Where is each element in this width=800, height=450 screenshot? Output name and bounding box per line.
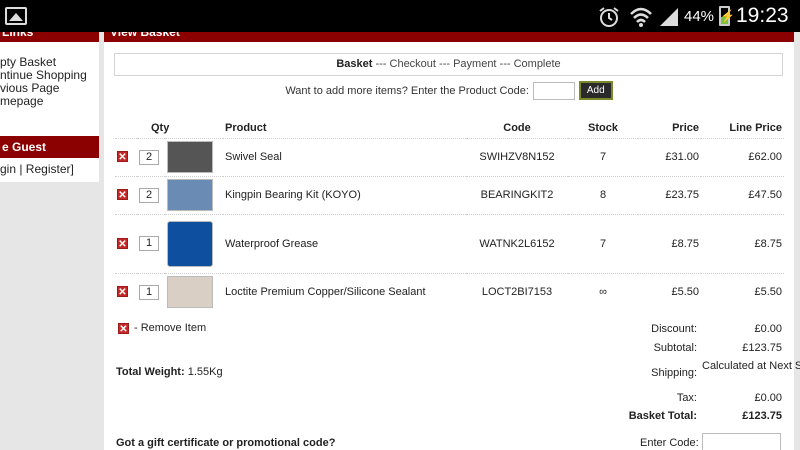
product-code-input[interactable] bbox=[532, 81, 575, 100]
discount-value: £0.00 bbox=[754, 323, 782, 335]
product-name[interactable]: Waterproof Grease bbox=[223, 213, 466, 273]
wifi-icon bbox=[629, 6, 653, 33]
remove-legend: ✕ - Remove Item bbox=[118, 322, 207, 335]
unit-price: £31.00 bbox=[638, 137, 701, 176]
unit-price: £5.50 bbox=[638, 272, 701, 311]
line-price: £62.00 bbox=[701, 137, 784, 176]
tax-label: Tax: bbox=[676, 392, 697, 404]
add-prompt: Want to add more items? Enter the Produc… bbox=[285, 84, 529, 97]
enter-code-label: Enter Code: bbox=[640, 437, 699, 449]
qty-input[interactable]: 1 bbox=[139, 284, 159, 300]
step-basket: Basket bbox=[336, 58, 373, 70]
stock-count: 7 bbox=[568, 213, 638, 273]
col-code: Code bbox=[503, 121, 531, 134]
table-row: ✕ 2 Kingpin Bearing Kit (KOYO) BEARINGKI… bbox=[115, 175, 784, 214]
battery-percent: 44% bbox=[684, 8, 715, 25]
table-header: Qty Product Code Stock Price Line Price bbox=[115, 118, 784, 138]
product-name[interactable]: Kingpin Bearing Kit (KOYO) bbox=[223, 175, 466, 214]
homepage-link[interactable]: mepage bbox=[0, 95, 99, 108]
remove-icon[interactable]: ✕ bbox=[117, 237, 128, 250]
signal-icon bbox=[658, 6, 680, 33]
page-title: View Basket bbox=[104, 32, 794, 42]
stock-count: 7 bbox=[568, 137, 638, 176]
shipping-label: Shipping: bbox=[651, 367, 697, 379]
basket-panel: View Basket Basket --- Checkout --- Paym… bbox=[104, 32, 800, 450]
col-product: Product bbox=[225, 121, 267, 134]
enter-code-row: Enter Code: bbox=[640, 433, 781, 450]
basket-total-value: £123.75 bbox=[742, 410, 782, 422]
table-row: ✕ 1 Waterproof Grease WATNK2L6152 7 £8.7… bbox=[115, 213, 784, 273]
sidebar-guest-heading: e Guest bbox=[0, 136, 99, 158]
stock-count: ∞ bbox=[568, 272, 638, 311]
alarm-icon bbox=[598, 6, 620, 33]
shipping-value: Calculated at Next Step bbox=[702, 360, 800, 372]
sidebar-links-heading: Links bbox=[0, 32, 99, 42]
line-price: £5.50 bbox=[701, 272, 784, 311]
login-register-link[interactable]: gin | Register] bbox=[0, 163, 99, 176]
discount-label: Discount: bbox=[651, 323, 697, 335]
col-line-price: Line Price bbox=[729, 121, 782, 134]
total-weight: Total Weight: 1.55Kg bbox=[116, 366, 223, 378]
product-code: SWIHZV8N152 bbox=[466, 137, 568, 176]
weight-value: 1.55Kg bbox=[187, 366, 223, 378]
battery-charging-icon: ⚡ bbox=[719, 6, 735, 26]
previous-page-link[interactable]: vious Page bbox=[0, 82, 99, 95]
remove-icon[interactable]: ✕ bbox=[117, 189, 128, 201]
product-image[interactable] bbox=[167, 179, 213, 211]
status-bar: 44% ⚡ 19:23 bbox=[0, 0, 800, 32]
qty-input[interactable]: 1 bbox=[139, 236, 159, 251]
checkout-steps: Basket --- Checkout --- Payment --- Comp… bbox=[114, 53, 783, 76]
sidebar-guest: gin | Register] bbox=[0, 158, 99, 182]
clock: 19:23 bbox=[736, 4, 789, 27]
steps-rest: --- Checkout --- Payment --- Complete bbox=[372, 58, 561, 70]
remove-icon[interactable]: ✕ bbox=[117, 286, 128, 298]
unit-price: £23.75 bbox=[638, 175, 701, 214]
add-button[interactable]: Add bbox=[578, 81, 613, 100]
sidebar-links: pty Basket ntinue Shopping vious Page me… bbox=[0, 42, 99, 142]
qty-input[interactable]: 2 bbox=[139, 149, 159, 165]
continue-shopping-link[interactable]: ntinue Shopping bbox=[0, 69, 99, 82]
subtotal-value: £123.75 bbox=[742, 342, 782, 354]
product-image[interactable] bbox=[167, 276, 213, 309]
gift-code-prompt: Got a gift certificate or promotional co… bbox=[116, 437, 336, 449]
tax-value: £0.00 bbox=[754, 392, 782, 404]
product-image[interactable] bbox=[167, 220, 213, 267]
gallery-icon bbox=[5, 7, 27, 25]
unit-price: £8.75 bbox=[638, 213, 701, 273]
line-price: £47.50 bbox=[701, 175, 784, 214]
empty-basket-link[interactable]: pty Basket bbox=[0, 56, 99, 69]
col-stock: Stock bbox=[588, 121, 618, 134]
product-code: LOCT2BI7153 bbox=[466, 272, 568, 311]
sidebar: Links pty Basket ntinue Shopping vious P… bbox=[0, 32, 99, 450]
product-code: WATNK2L6152 bbox=[466, 213, 568, 273]
product-name[interactable]: Swivel Seal bbox=[223, 137, 466, 176]
basket-table: Qty Product Code Stock Price Line Price … bbox=[115, 118, 784, 311]
promo-code-input[interactable] bbox=[702, 433, 781, 450]
product-code: BEARINGKIT2 bbox=[466, 175, 568, 214]
subtotal-label: Subtotal: bbox=[653, 342, 697, 354]
stock-count: 8 bbox=[568, 175, 638, 214]
table-row: ✕ 2 Swivel Seal SWIHZV8N152 7 £31.00 £62… bbox=[115, 137, 784, 176]
remove-icon[interactable]: ✕ bbox=[117, 151, 128, 163]
weight-label: Total Weight: bbox=[116, 366, 185, 378]
col-qty: Qty bbox=[151, 121, 170, 134]
add-item-row: Want to add more items? Enter the Produc… bbox=[104, 81, 794, 100]
product-name[interactable]: Loctite Premium Copper/Silicone Sealant bbox=[223, 272, 466, 311]
remove-legend-text: - Remove Item bbox=[134, 322, 207, 334]
table-row: ✕ 1 Loctite Premium Copper/Silicone Seal… bbox=[115, 272, 784, 311]
remove-icon: ✕ bbox=[118, 322, 129, 335]
col-price: Price bbox=[672, 121, 699, 134]
line-price: £8.75 bbox=[701, 213, 784, 273]
qty-input[interactable]: 2 bbox=[139, 187, 159, 203]
basket-total-label: Basket Total: bbox=[628, 410, 697, 422]
product-image[interactable] bbox=[167, 141, 213, 173]
